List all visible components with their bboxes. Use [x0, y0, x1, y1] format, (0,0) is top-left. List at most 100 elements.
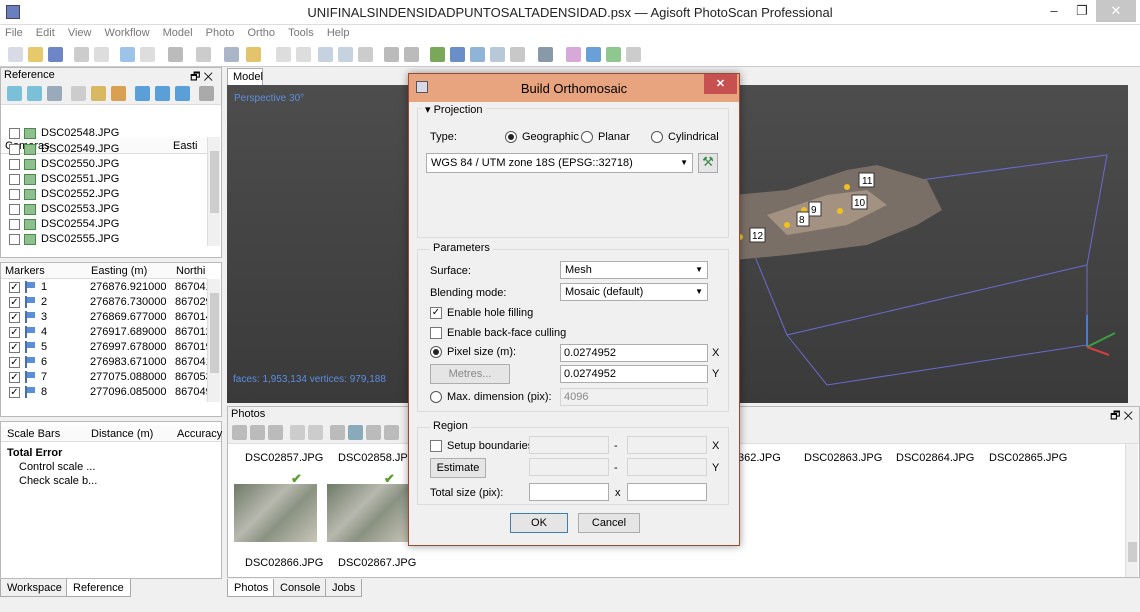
boundary-x-max-input[interactable] [627, 436, 707, 454]
menu-photo[interactable]: Photo [201, 25, 240, 41]
boundary-y-max-input[interactable] [627, 458, 707, 476]
navigation-icon[interactable] [120, 47, 135, 62]
surface-select[interactable]: Mesh ▼ [560, 261, 708, 279]
menu-view[interactable]: View [63, 25, 97, 41]
region-icon[interactable] [606, 47, 621, 62]
photo-thumbnail-name[interactable]: DSC02863.JPG [804, 452, 882, 464]
photo-thumbnail-name[interactable]: DSC02857.JPG [245, 452, 323, 464]
boundary-x-min-input[interactable] [529, 436, 609, 454]
remove-icon[interactable] [232, 425, 247, 440]
photo-thumbnail-name[interactable]: 362.JPG [738, 452, 781, 464]
menu-tools[interactable]: Tools [283, 25, 319, 41]
undo-icon[interactable] [74, 47, 89, 62]
list-item[interactable]: DSC02549.JPG [0, 142, 206, 157]
minimize-button[interactable]: – [1040, 0, 1068, 22]
markers-header[interactable]: Markers Easting (m) Northi [1, 263, 207, 279]
list-view-icon[interactable] [384, 425, 399, 440]
photo-thumbnail-name[interactable]: DSC02865.JPG [989, 452, 1067, 464]
boundary-y-min-input[interactable] [529, 458, 609, 476]
tab-photos[interactable]: Photos [227, 579, 276, 597]
dense-cloud-icon[interactable] [404, 47, 419, 62]
close-button[interactable]: ✕ [1096, 0, 1136, 22]
blending-select[interactable]: Mosaic (default) ▼ [560, 283, 708, 301]
pixel-size-label[interactable]: Pixel size (m): [447, 346, 516, 358]
view-errors-icon[interactable] [175, 86, 190, 101]
filter-icon[interactable] [290, 425, 305, 440]
planar-label[interactable]: Planar [598, 131, 630, 143]
crs-select[interactable]: WGS 84 / UTM zone 18S (EPSG::32718) ▼ [426, 153, 693, 173]
filter-by-marker-icon[interactable] [308, 425, 323, 440]
planar-radio[interactable] [581, 131, 593, 143]
tab-console[interactable]: Console [273, 579, 328, 597]
new-icon[interactable] [8, 47, 23, 62]
geographic-label[interactable]: Geographic [522, 131, 579, 143]
markers-scrollbar[interactable] [207, 279, 220, 402]
list-item[interactable]: DSC02552.JPG [0, 187, 206, 202]
model-shaded-icon[interactable] [430, 47, 445, 62]
menu-model[interactable]: Model [158, 25, 198, 41]
thumbnails-view-icon[interactable] [348, 425, 363, 440]
points-icon[interactable] [384, 47, 399, 62]
table-row[interactable]: ✓ 6 276983.671000 867041 [0, 355, 212, 370]
photo-thumbnail[interactable] [234, 484, 317, 542]
total-error-label[interactable]: Total Error [7, 446, 62, 461]
estimate-button[interactable]: Estimate [430, 458, 486, 478]
rotate-region-icon[interactable] [196, 47, 211, 62]
check-scale-label[interactable]: Check scale b... [19, 474, 97, 489]
hole-filling-checkbox[interactable]: ✓ [430, 307, 442, 319]
list-item[interactable]: DSC02555.JPG [0, 232, 206, 247]
save-icon[interactable] [48, 47, 63, 62]
scalebars-header[interactable]: Scale Bars Distance (m) Accuracy [1, 426, 222, 442]
open-icon[interactable] [28, 47, 43, 62]
crop-icon[interactable] [296, 47, 311, 62]
pixel-size-y-input[interactable]: 0.0274952 [560, 365, 708, 383]
details-view-icon[interactable] [366, 425, 381, 440]
view-source-icon[interactable] [135, 86, 150, 101]
list-item[interactable]: DSC02554.JPG [0, 217, 206, 232]
metres-button[interactable]: Metres... [430, 364, 510, 384]
geographic-radio[interactable] [505, 131, 517, 143]
ok-button[interactable]: OK [510, 513, 568, 533]
rectangle-select-icon[interactable] [140, 47, 155, 62]
disable-icon[interactable] [250, 425, 265, 440]
control-scale-label[interactable]: Control scale ... [19, 460, 95, 475]
tab-model[interactable]: Model [227, 68, 263, 85]
table-row[interactable]: ✓ 7 277075.088000 867053 [0, 370, 212, 385]
menu-help[interactable]: Help [322, 25, 355, 41]
import-icon[interactable] [7, 86, 22, 101]
table-row[interactable]: ✓ 2 276876.730000 867029 [0, 295, 212, 310]
pixel-size-x-input[interactable]: 0.0274952 [560, 344, 708, 362]
tab-workspace[interactable]: Workspace [0, 579, 69, 597]
pixel-size-radio[interactable] [430, 346, 442, 358]
total-size-height-input[interactable] [627, 483, 707, 501]
photo-thumbnail-name[interactable]: DSC02864.JPG [896, 452, 974, 464]
update-icon[interactable] [111, 86, 126, 101]
reset-filter-icon[interactable] [268, 425, 283, 440]
max-dimension-radio[interactable] [430, 391, 442, 403]
tab-reference[interactable]: Reference [66, 579, 131, 597]
total-size-width-input[interactable] [529, 483, 609, 501]
dialog-close-button[interactable]: ✕ [704, 74, 737, 94]
projection-label[interactable]: ▾ Projection [422, 103, 486, 116]
max-dimension-input[interactable]: 4096 [560, 388, 708, 406]
cylindrical-radio[interactable] [651, 131, 663, 143]
photo-thumbnail-name[interactable]: DSC02866.JPG [245, 557, 323, 569]
backface-culling-label[interactable]: Enable back-face culling [447, 327, 566, 339]
menu-edit[interactable]: Edit [31, 25, 60, 41]
table-row[interactable]: ✓ 8 277096.085000 867049 [0, 385, 212, 400]
table-row[interactable]: ✓ 3 276869.677000 867014 [0, 310, 212, 325]
table-row[interactable]: ✓ 1 276876.921000 867041 [0, 280, 212, 295]
tiled-model-icon[interactable] [510, 47, 525, 62]
photo-thumbnail[interactable] [327, 484, 410, 542]
photo-thumbnail-name[interactable]: DSC02867.JPG [338, 557, 416, 569]
pencil-icon[interactable] [246, 47, 261, 62]
reset-view-icon[interactable] [626, 47, 641, 62]
menu-workflow[interactable]: Workflow [100, 25, 155, 41]
list-item[interactable]: DSC02551.JPG [0, 172, 206, 187]
list-item[interactable]: DSC02548.JPG [0, 126, 206, 141]
filter-by-point-icon[interactable] [330, 425, 345, 440]
backface-culling-checkbox[interactable] [430, 327, 442, 339]
setup-boundaries-checkbox[interactable] [430, 440, 442, 452]
menu-ortho[interactable]: Ortho [242, 25, 280, 41]
crs-settings-icon[interactable]: ⚒ [698, 153, 718, 173]
